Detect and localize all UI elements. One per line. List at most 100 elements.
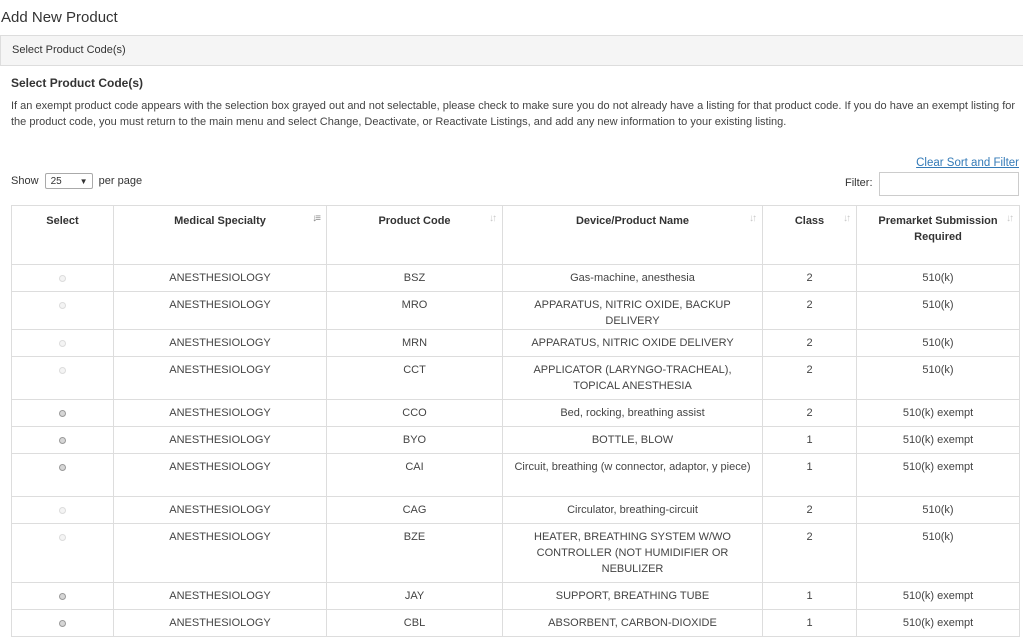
- premarket-cell: 510(k): [856, 264, 1020, 292]
- select-cell: [11, 356, 114, 400]
- device-name-cell: Bed, rocking, breathing assist: [502, 399, 763, 427]
- device-name-cell: APPLICATOR (LARYNGO-TRACHEAL), TOPICAL A…: [502, 356, 763, 400]
- product-code-cell: BSZ: [326, 264, 503, 292]
- device-name-cell: ABSORBENT, CARBON-DIOXIDE: [502, 609, 763, 637]
- specialty-cell: ANESTHESIOLOGY: [113, 399, 327, 427]
- instructions-text: If an exempt product code appears with t…: [11, 100, 1016, 128]
- table-row: ANESTHESIOLOGY CCT APPLICATOR (LARYNGO-TRA…: [11, 356, 1020, 400]
- specialty-cell: ANESTHESIOLOGY: [113, 582, 327, 610]
- page-length-control: Show 25 ▼ per page: [11, 173, 142, 189]
- specialty-cell: ANESTHESIOLOGY: [113, 609, 327, 637]
- select-cell: [11, 291, 114, 330]
- table-row: ANESTHESIOLOGY BSZ Gas-machine, anesthesia…: [11, 264, 1020, 292]
- table-row: ANESTHESIOLOGY MRO APPARATUS, NITRIC OXIDE…: [11, 291, 1020, 330]
- chevron-down-icon: ▼: [79, 177, 88, 186]
- per-page-select[interactable]: 25 ▼: [44, 173, 93, 189]
- class-cell: 2: [762, 329, 857, 357]
- class-cell: 1: [762, 582, 857, 610]
- section-title: Select Product Code(s): [11, 76, 144, 90]
- product-code-cell: CAI: [326, 453, 503, 497]
- product-code-cell: MRO: [326, 291, 503, 330]
- filter-input[interactable]: [879, 172, 1019, 196]
- sort-icon: ↓↑: [749, 213, 757, 224]
- header-device-name[interactable]: Device/Product Name ↓↑: [502, 205, 763, 265]
- header-class[interactable]: Class ↓↑: [762, 205, 857, 265]
- class-cell: 2: [762, 496, 857, 524]
- product-code-cell: CBL: [326, 609, 503, 637]
- specialty-cell: ANESTHESIOLOGY: [113, 329, 327, 357]
- select-radio[interactable]: [59, 437, 66, 444]
- select-cell: [11, 453, 114, 497]
- select-radio[interactable]: [59, 620, 66, 627]
- specialty-cell: ANESTHESIOLOGY: [113, 523, 327, 583]
- panel-header-label: Select Product Code(s): [12, 44, 126, 56]
- specialty-cell: ANESTHESIOLOGY: [113, 356, 327, 400]
- select-radio[interactable]: [59, 593, 66, 600]
- select-cell: [11, 496, 114, 524]
- device-name-cell: Circulator, breathing-circuit: [502, 496, 763, 524]
- select-cell: [11, 609, 114, 637]
- clear-sort-filter-link[interactable]: Clear Sort and Filter: [916, 157, 1019, 169]
- select-cell: [11, 426, 114, 454]
- header-select[interactable]: Select: [11, 205, 114, 265]
- specialty-cell: ANESTHESIOLOGY: [113, 264, 327, 292]
- header-premarket[interactable]: Premarket Submission Required ↓↑: [856, 205, 1020, 265]
- class-cell: 2: [762, 356, 857, 400]
- select-cell: [11, 582, 114, 610]
- class-cell: 1: [762, 426, 857, 454]
- class-cell: 1: [762, 453, 857, 497]
- device-name-cell: HEATER, BREATHING SYSTEM W/WO CONTROLLER…: [502, 523, 763, 583]
- class-cell: 1: [762, 609, 857, 637]
- table-row: ANESTHESIOLOGY CCO Bed, rocking, breathing…: [11, 399, 1020, 427]
- premarket-cell: 510(k): [856, 356, 1020, 400]
- sort-asc-icon: ↓≡: [312, 213, 321, 224]
- sort-icon: ↓↑: [1006, 213, 1014, 224]
- premarket-cell: 510(k): [856, 496, 1020, 524]
- table-row: ANESTHESIOLOGY BYO BOTTLE, BLOW 1 510(k) exe…: [11, 426, 1020, 454]
- select-radio[interactable]: [59, 464, 66, 471]
- table-header-row: Select Medical Specialty ↓≡ Product Code ↓…: [11, 205, 1020, 265]
- table-row: ANESTHESIOLOGY BZE HEATER, BREATHING SYSTE…: [11, 523, 1020, 583]
- device-name-cell: Circuit, breathing (w connector, adaptor…: [502, 453, 763, 497]
- product-code-cell: BZE: [326, 523, 503, 583]
- premarket-cell: 510(k) exempt: [856, 399, 1020, 427]
- sort-icon: ↓↑: [489, 213, 497, 224]
- specialty-cell: ANESTHESIOLOGY: [113, 496, 327, 524]
- product-code-cell: CCT: [326, 356, 503, 400]
- page-title: Add New Product: [1, 9, 118, 26]
- premarket-cell: 510(k) exempt: [856, 453, 1020, 497]
- select-radio: [59, 275, 66, 282]
- product-code-table: Select Medical Specialty ↓≡ Product Code ↓…: [11, 205, 1020, 637]
- table-row: ANESTHESIOLOGY CAG Circulator, breathing-c…: [11, 496, 1020, 524]
- class-cell: 2: [762, 523, 857, 583]
- per-page-label: per page: [98, 174, 143, 187]
- per-page-value: 25: [50, 176, 62, 187]
- device-name-cell: APPARATUS, NITRIC OXIDE, BACKUP DELIVERY: [502, 291, 763, 330]
- device-name-cell: SUPPORT, BREATHING TUBE: [502, 582, 763, 610]
- product-code-cell: BYO: [326, 426, 503, 454]
- show-label: Show: [11, 174, 39, 187]
- select-cell: [11, 329, 114, 357]
- select-radio: [59, 534, 66, 541]
- device-name-cell: APPARATUS, NITRIC OXIDE DELIVERY: [502, 329, 763, 357]
- premarket-cell: 510(k): [856, 291, 1020, 330]
- table-row: ANESTHESIOLOGY MRN APPARATUS, NITRIC OXIDE…: [11, 329, 1020, 357]
- panel-header: Select Product Code(s): [0, 35, 1023, 66]
- filter-label: Filter:: [845, 177, 873, 189]
- select-cell: [11, 399, 114, 427]
- select-cell: [11, 264, 114, 292]
- premarket-cell: 510(k) exempt: [856, 426, 1020, 454]
- specialty-cell: ANESTHESIOLOGY: [113, 453, 327, 497]
- specialty-cell: ANESTHESIOLOGY: [113, 426, 327, 454]
- select-radio: [59, 507, 66, 514]
- product-code-cell: JAY: [326, 582, 503, 610]
- class-cell: 2: [762, 291, 857, 330]
- premarket-cell: 510(k): [856, 329, 1020, 357]
- header-medical-specialty[interactable]: Medical Specialty ↓≡: [113, 205, 327, 265]
- select-radio[interactable]: [59, 410, 66, 417]
- header-product-code[interactable]: Product Code ↓↑: [326, 205, 503, 265]
- premarket-cell: 510(k): [856, 523, 1020, 583]
- table-row: ANESTHESIOLOGY JAY SUPPORT, BREATHING TUBE…: [11, 582, 1020, 610]
- sort-icon: ↓↑: [843, 213, 851, 224]
- table-row: ANESTHESIOLOGY CAI Circuit, breathing (w c…: [11, 453, 1020, 497]
